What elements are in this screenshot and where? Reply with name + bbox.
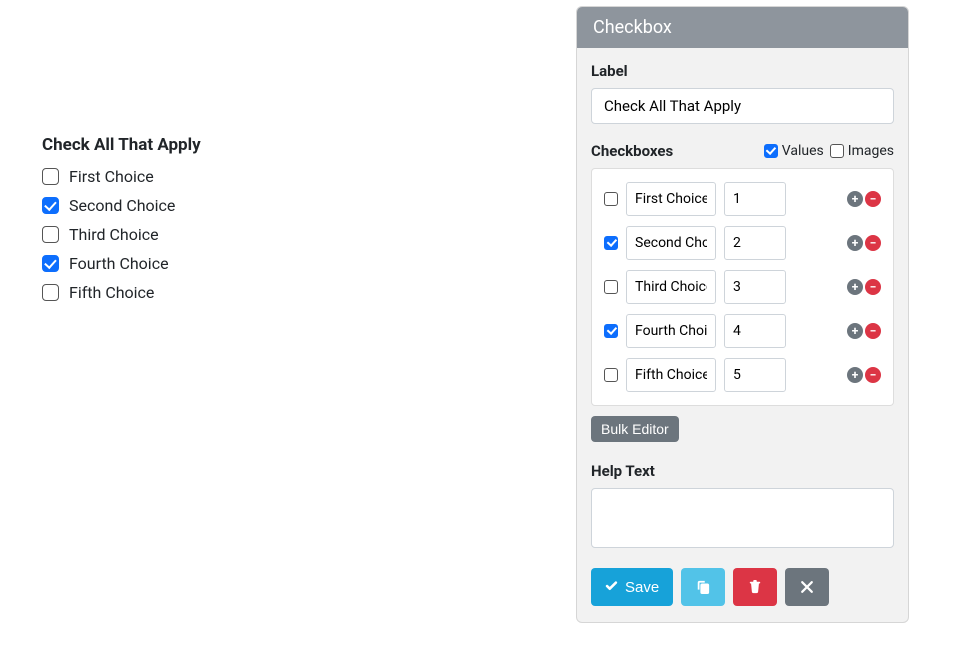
checkboxes-section-title: Checkboxes: [591, 142, 673, 160]
choice-label: Second Choice: [69, 196, 175, 215]
panel-body: Label Checkboxes Values Images: [577, 48, 908, 622]
settings-panel: Checkbox Label Checkboxes Values Images: [576, 6, 909, 623]
help-text-section-title: Help Text: [591, 462, 894, 480]
add-option-icon[interactable]: +: [847, 235, 863, 251]
save-button-label: Save: [625, 579, 659, 596]
choice-row[interactable]: Third Choice: [42, 225, 442, 244]
option-default-checkbox[interactable]: [604, 368, 618, 382]
close-icon: [800, 580, 814, 594]
remove-option-icon[interactable]: −: [865, 235, 881, 251]
preview-area: Check All That Apply First Choice Second…: [42, 135, 442, 312]
option-label-input[interactable]: [626, 182, 716, 216]
checkbox-icon[interactable]: [42, 284, 59, 301]
choice-row[interactable]: First Choice: [42, 167, 442, 186]
option-row: + −: [600, 353, 885, 397]
option-label-input[interactable]: [626, 358, 716, 392]
checkbox-icon[interactable]: [764, 144, 778, 158]
option-value-input[interactable]: [724, 314, 786, 348]
choice-label: First Choice: [69, 167, 154, 186]
option-value-input[interactable]: [724, 182, 786, 216]
remove-option-icon[interactable]: −: [865, 191, 881, 207]
remove-option-icon[interactable]: −: [865, 279, 881, 295]
delete-button[interactable]: [733, 568, 777, 606]
option-value-input[interactable]: [724, 358, 786, 392]
close-button[interactable]: [785, 568, 829, 606]
check-icon: [605, 580, 619, 594]
choice-row[interactable]: Fifth Choice: [42, 283, 442, 302]
option-default-checkbox[interactable]: [604, 324, 618, 338]
values-toggle-label: Values: [782, 143, 824, 159]
values-toggle[interactable]: Values: [764, 143, 824, 159]
option-default-checkbox[interactable]: [604, 280, 618, 294]
add-option-icon[interactable]: +: [847, 191, 863, 207]
add-option-icon[interactable]: +: [847, 279, 863, 295]
option-row: + −: [600, 265, 885, 309]
option-row: + −: [600, 177, 885, 221]
checkbox-icon[interactable]: [42, 197, 59, 214]
add-option-icon[interactable]: +: [847, 323, 863, 339]
preview-label: Check All That Apply: [42, 135, 442, 155]
choice-label: Fifth Choice: [69, 283, 154, 302]
save-button[interactable]: Save: [591, 568, 673, 606]
option-default-checkbox[interactable]: [604, 192, 618, 206]
label-section-title: Label: [591, 62, 894, 80]
choice-row[interactable]: Fourth Choice: [42, 254, 442, 273]
options-list: + − + − + −: [591, 168, 894, 406]
toggles: Values Images: [764, 143, 894, 159]
copy-icon: [696, 580, 710, 594]
choice-label: Fourth Choice: [69, 254, 169, 273]
option-default-checkbox[interactable]: [604, 236, 618, 250]
duplicate-button[interactable]: [681, 568, 725, 606]
option-value-input[interactable]: [724, 270, 786, 304]
add-option-icon[interactable]: +: [847, 367, 863, 383]
images-toggle-label: Images: [848, 143, 894, 159]
choice-row[interactable]: Second Choice: [42, 196, 442, 215]
remove-option-icon[interactable]: −: [865, 323, 881, 339]
option-label-input[interactable]: [626, 314, 716, 348]
checkbox-icon[interactable]: [830, 144, 844, 158]
option-label-input[interactable]: [626, 270, 716, 304]
trash-icon: [748, 580, 762, 594]
option-row: + −: [600, 221, 885, 265]
checkbox-icon[interactable]: [42, 255, 59, 272]
panel-actions: Save: [591, 568, 894, 606]
checkbox-icon[interactable]: [42, 226, 59, 243]
option-value-input[interactable]: [724, 226, 786, 260]
option-row: + −: [600, 309, 885, 353]
label-input[interactable]: [591, 88, 894, 124]
checkbox-icon[interactable]: [42, 168, 59, 185]
bulk-editor-button[interactable]: Bulk Editor: [591, 416, 679, 442]
option-label-input[interactable]: [626, 226, 716, 260]
choice-label: Third Choice: [69, 225, 159, 244]
images-toggle[interactable]: Images: [830, 143, 894, 159]
remove-option-icon[interactable]: −: [865, 367, 881, 383]
help-text-input[interactable]: [591, 488, 894, 548]
panel-title: Checkbox: [577, 7, 908, 48]
